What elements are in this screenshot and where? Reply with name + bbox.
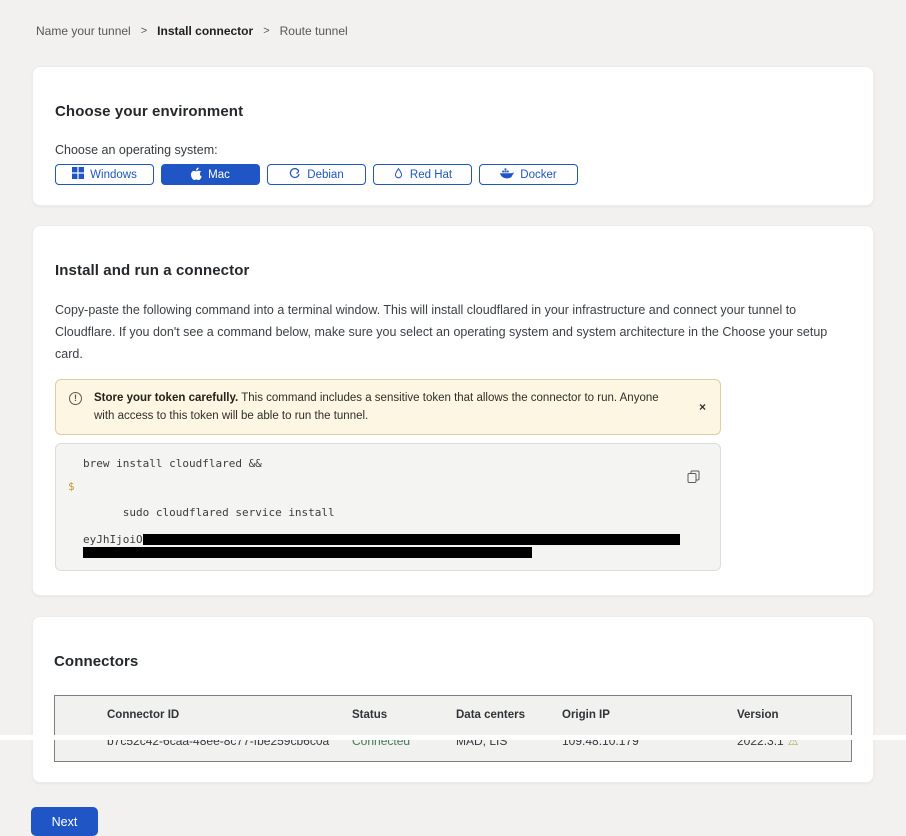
os-button-mac[interactable]: Mac <box>161 164 260 185</box>
code-line-sudo: $ sudo cloudflared service install <box>56 480 720 532</box>
os-button-docker[interactable]: Docker <box>479 164 578 185</box>
windows-icon <box>72 167 84 182</box>
redhat-icon <box>393 167 404 183</box>
connector-card-title: Install and run a connector <box>55 262 851 279</box>
col-header-data-centers: Data centers <box>456 709 562 721</box>
os-button-row: Windows Mac Debian <box>55 164 851 185</box>
apple-icon <box>191 167 202 183</box>
os-button-label: Windows <box>90 169 137 181</box>
breadcrumb: Name your tunnel > Install connector > R… <box>0 0 906 38</box>
connectors-table: Connector ID Status Data centers Origin … <box>54 695 852 762</box>
next-button[interactable]: Next <box>31 807 98 836</box>
warning-title: Store your token carefully. <box>94 392 238 404</box>
bottom-strip <box>0 735 906 740</box>
copy-icon[interactable] <box>687 470 700 486</box>
breadcrumb-separator: > <box>263 25 269 37</box>
shell-prompt: $ <box>68 480 75 493</box>
connector-card: Install and run a connector Copy-paste t… <box>32 225 874 596</box>
environment-card-title: Choose your environment <box>55 103 851 120</box>
close-icon[interactable]: × <box>699 401 706 413</box>
token-warning-banner: ! Store your token carefully. This comma… <box>55 379 721 436</box>
col-header-status: Status <box>352 709 456 721</box>
token-prefix: eyJhIjoiO <box>83 533 143 546</box>
token-line: eyJhIjoiO <box>56 533 720 546</box>
breadcrumb-install-connector[interactable]: Install connector <box>157 24 253 38</box>
os-button-label: Red Hat <box>410 169 452 181</box>
debian-icon <box>289 167 301 182</box>
os-button-label: Mac <box>208 169 230 181</box>
os-button-windows[interactable]: Windows <box>55 164 154 185</box>
breadcrumb-separator: > <box>141 25 147 37</box>
os-button-debian[interactable]: Debian <box>267 164 366 185</box>
col-header-version: Version <box>737 709 851 721</box>
token-redaction-bar <box>143 534 680 545</box>
os-button-label: Docker <box>520 169 556 181</box>
code-line-brew: brew install cloudflared && <box>56 457 720 470</box>
token-redaction-bar <box>83 547 532 558</box>
alert-circle-icon: ! <box>69 392 82 405</box>
docker-icon <box>500 168 514 182</box>
connectors-card-title: Connectors <box>54 653 852 670</box>
breadcrumb-name-your-tunnel[interactable]: Name your tunnel <box>36 24 131 38</box>
breadcrumb-route-tunnel[interactable]: Route tunnel <box>280 24 348 38</box>
connectors-card: Connectors Connector ID Status Data cent… <box>32 616 874 783</box>
os-select-label: Choose an operating system: <box>55 143 851 157</box>
os-button-redhat[interactable]: Red Hat <box>373 164 472 185</box>
connector-description: Copy-paste the following command into a … <box>55 300 851 366</box>
col-header-origin-ip: Origin IP <box>562 709 737 721</box>
install-command-code-block: brew install cloudflared && $ sudo cloud… <box>55 443 721 571</box>
col-header-connector-id: Connector ID <box>107 709 352 721</box>
os-button-label: Debian <box>307 169 343 181</box>
code-line-sudo-text: sudo cloudflared service install <box>123 506 335 519</box>
environment-card: Choose your environment Choose an operat… <box>32 66 874 206</box>
